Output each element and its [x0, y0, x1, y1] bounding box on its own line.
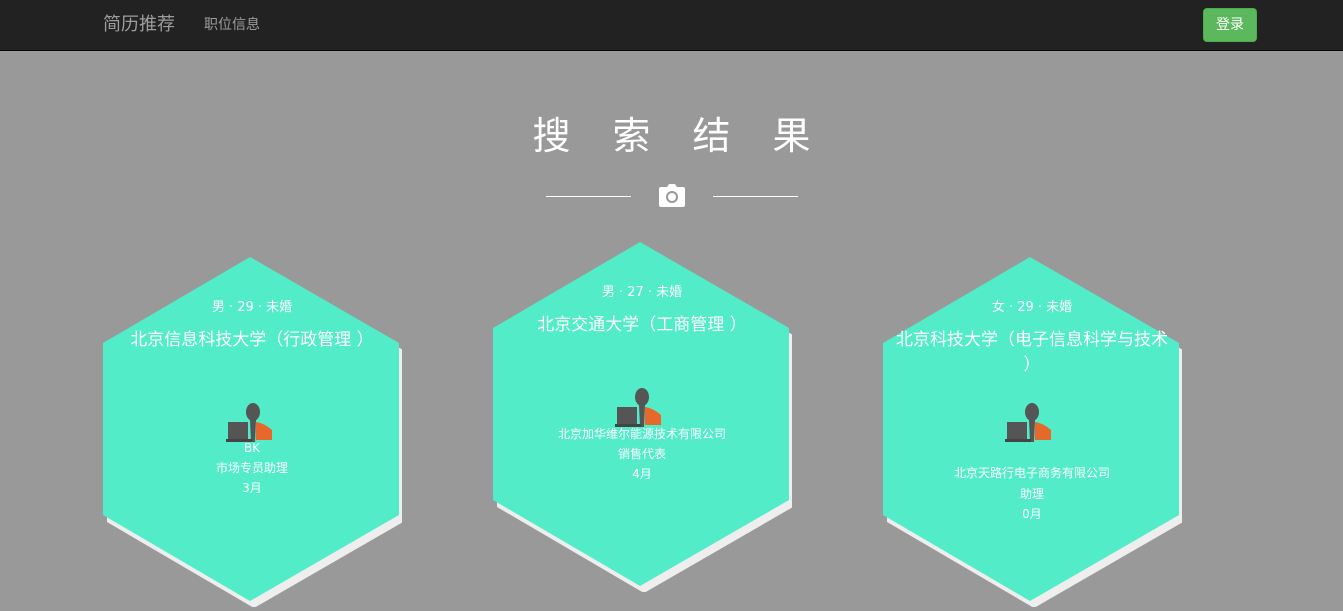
resume-card[interactable]: 女 · 29 · 未婚 北京科技大学（电子信息科学与技术 ） 北京天路行电子商务… [882, 257, 1182, 607]
candidate-school: 北京信息科技大学（行政管理 ） [130, 330, 374, 350]
candidate-meta: 女 · 29 · 未婚 [991, 300, 1073, 315]
job-duration: 0月 [1022, 507, 1042, 521]
divider-left [546, 196, 631, 197]
nav-link-jobs[interactable]: 职位信息 [204, 16, 260, 34]
candidate-meta: 男 · 27 · 未婚 [601, 285, 683, 300]
person-laptop-icon [226, 403, 272, 442]
divider-right [713, 196, 798, 197]
navbar: 简历推荐 职位信息 登录 [0, 0, 1343, 51]
brand-link[interactable]: 简历推荐 [103, 13, 175, 37]
job-title: 销售代表 [617, 447, 666, 461]
candidate-meta: 男 · 29 · 未婚 [211, 300, 293, 315]
job-duration: 3月 [242, 481, 262, 495]
company-name: 北京加华维尔能源技术有限公司 [557, 427, 726, 441]
resume-card[interactable]: 男 · 27 · 未婚 北京交通大学（工商管理 ） 北京加华维尔能源技术有限公司… [492, 242, 792, 592]
candidate-school: 北京交通大学（工商管理 ） [537, 315, 747, 335]
page-title: 搜索结果 [532, 114, 853, 158]
job-title: 市场专员助理 [215, 461, 288, 475]
resume-card[interactable]: 男 · 29 · 未婚 北京信息科技大学（行政管理 ） BK 市场专员助理 3月 [102, 257, 402, 607]
company-name: BK [243, 441, 261, 455]
camera-icon [659, 184, 685, 207]
person-laptop-icon [615, 388, 661, 427]
job-duration: 4月 [632, 467, 652, 481]
candidate-school: 北京科技大学（电子信息科学与技术 ） [896, 330, 1168, 375]
person-laptop-icon [1005, 403, 1051, 442]
login-button[interactable]: 登录 [1203, 8, 1257, 42]
job-title: 助理 [1019, 487, 1044, 501]
company-name: 北京天路行电子商务有限公司 [953, 466, 1110, 480]
